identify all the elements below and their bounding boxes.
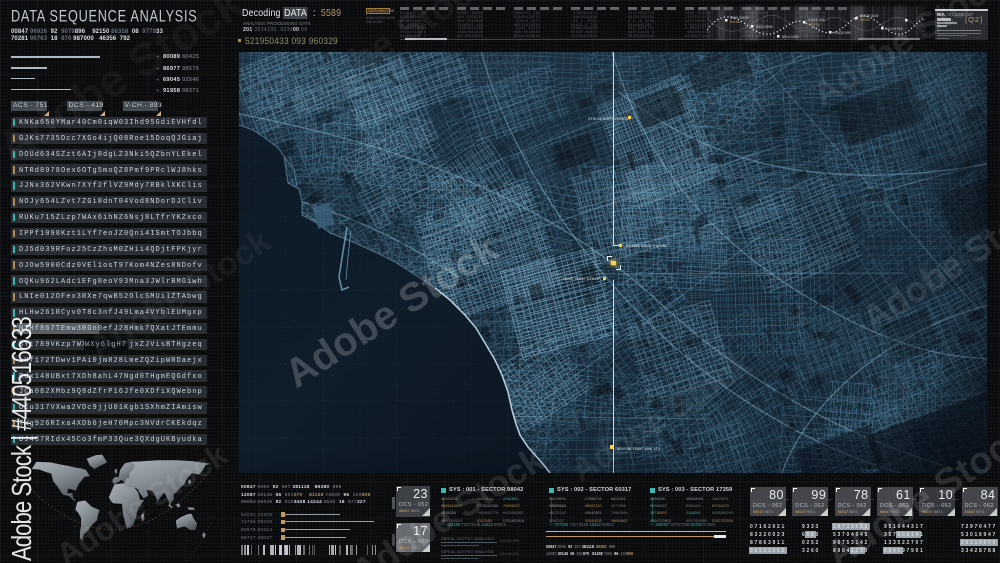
- svg-text:90163: 90163: [860, 18, 870, 22]
- svg-text:8914 0425: 8914 0425: [782, 35, 799, 39]
- svg-text:3042 9095: 3042 9095: [756, 25, 773, 29]
- svg-text:34025: 34025: [808, 22, 818, 26]
- svg-text:30425 995: 30425 995: [834, 31, 851, 35]
- svg-text:84158: 84158: [730, 20, 740, 24]
